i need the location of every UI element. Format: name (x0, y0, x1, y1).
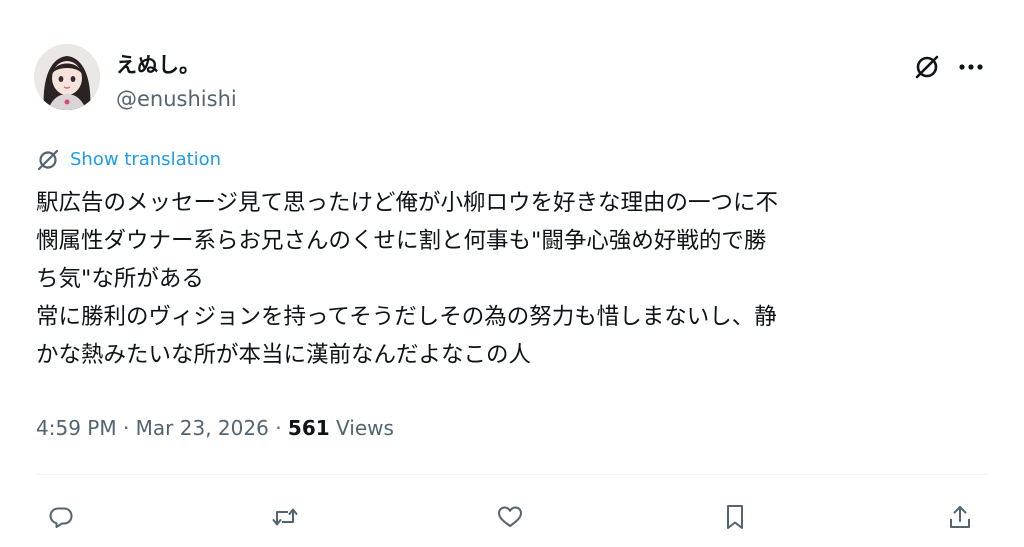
tweet-text: 駅広告のメッセージ見て思ったけど俺が小柳ロウを好きな理由の一つに不 憫属性ダウナー… (36, 184, 991, 374)
more-options-button[interactable] (952, 48, 990, 86)
tweet-meta: 4:59 PM · Mar 23, 2026 · 561 Views (36, 414, 394, 442)
bookmark-button[interactable] (713, 495, 757, 539)
like-button[interactable] (488, 495, 532, 539)
tweet-line: 駅広告のメッセージ見て思ったけど俺が小柳ロウを好きな理由の一つに不 (36, 190, 779, 216)
views-label: Views (336, 416, 394, 440)
bookmark-icon (723, 503, 747, 531)
repost-icon (271, 504, 299, 530)
grok-button[interactable] (908, 48, 946, 86)
reply-button[interactable] (39, 495, 83, 539)
translate-icon (36, 148, 60, 172)
avatar[interactable] (34, 44, 100, 110)
tweet-line: かな熱みたいな所が本当に漢前なんだよなこの人 (36, 342, 532, 368)
share-button[interactable] (938, 495, 982, 539)
show-translation-label: Show translation (70, 149, 222, 170)
tweet-time[interactable]: 4:59 PM (36, 416, 117, 440)
tweet-line: 憫属性ダウナー系らお兄さんのくせに割と何事も"闘争心強め好戦的で勝 (36, 228, 767, 254)
tweet-line: ち気"な所がある (36, 266, 204, 292)
like-icon (496, 504, 524, 530)
author-handle[interactable]: @enushishi (116, 86, 237, 112)
tweet-date[interactable]: Mar 23, 2026 (136, 416, 269, 440)
views-count: 561 (287, 416, 330, 440)
repost-button[interactable] (263, 495, 307, 539)
tweet-line: 常に勝利のヴィジョンを持ってそうだしその為の努力も惜しまないし、静 (36, 304, 777, 330)
more-icon (958, 63, 984, 71)
grok-icon (913, 53, 941, 81)
show-translation-link[interactable]: Show translation (36, 148, 221, 172)
meta-separator: · (275, 416, 282, 440)
meta-separator: · (122, 416, 130, 440)
author-display-name[interactable]: えぬし。 (116, 52, 200, 78)
share-icon (947, 503, 973, 531)
reply-icon (48, 504, 74, 530)
divider (36, 474, 988, 475)
